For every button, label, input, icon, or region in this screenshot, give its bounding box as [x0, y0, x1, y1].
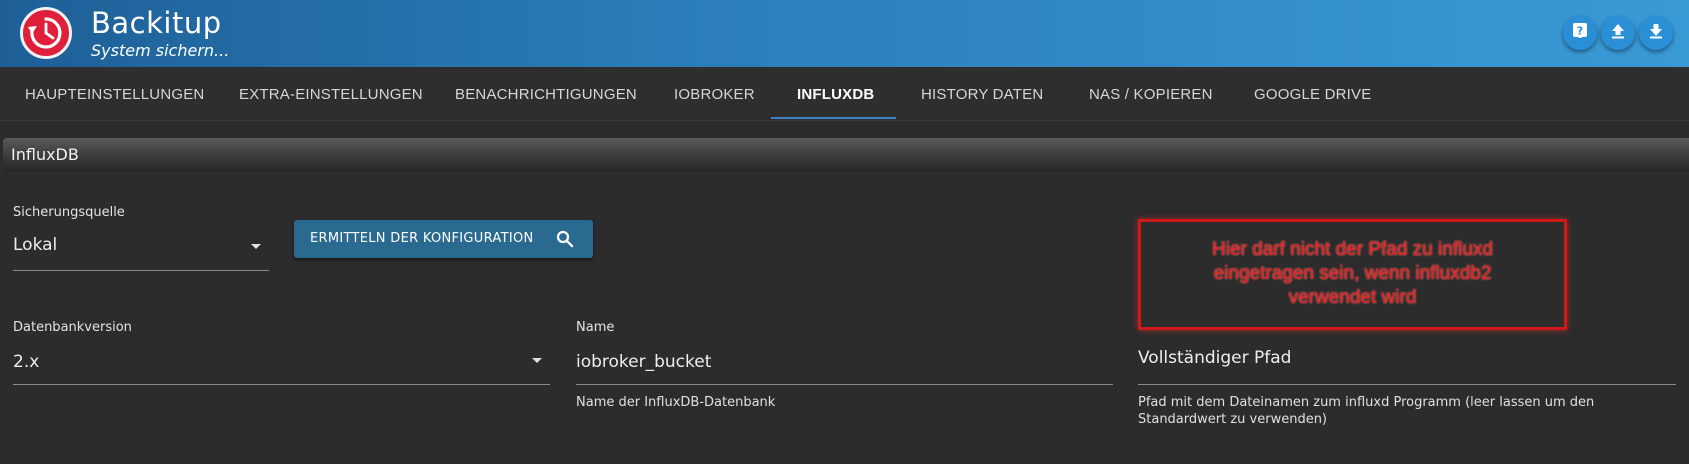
tab-extra-einstellungen[interactable]: EXTRA-EINSTELLUNGEN	[239, 67, 423, 121]
annotation-line-3: verwendet wird	[1288, 287, 1417, 308]
full-path-label: Vollständiger Pfad	[1138, 348, 1292, 368]
detect-config-button-label: ERMITTELN DER KONFIGURATION	[310, 231, 534, 246]
full-path-helper-line-2: Standardwert zu verwenden)	[1138, 412, 1328, 427]
annotation-line-2: eingetragen sein, wenn influxdb2	[1213, 263, 1492, 284]
help-icon: ?	[1571, 22, 1589, 44]
full-path-helper-line-1: Pfad mit dem Dateinamen zum influxd Prog…	[1138, 395, 1595, 410]
tab-haupteinstellungen[interactable]: HAUPTEINSTELLUNGEN	[25, 67, 204, 121]
db-version-select[interactable]: 2.x	[13, 352, 39, 372]
tab-iobroker[interactable]: IOBROKER	[674, 67, 755, 121]
upload-button[interactable]	[1601, 16, 1635, 50]
svg-text:?: ?	[1577, 25, 1583, 38]
detect-config-button[interactable]: ERMITTELN DER KONFIGURATION	[294, 220, 593, 258]
app-title: Backitup	[91, 6, 222, 40]
active-tab-indicator	[771, 117, 896, 119]
db-version-underline	[13, 384, 550, 385]
name-field-underline	[576, 384, 1113, 385]
download-button[interactable]	[1639, 16, 1673, 50]
chevron-down-icon	[532, 358, 542, 363]
tab-bar: HAUPTEINSTELLUNGEN EXTRA-EINSTELLUNGEN B…	[0, 67, 1689, 121]
source-select-label: Sicherungsquelle	[13, 205, 125, 220]
source-select[interactable]: Lokal	[13, 235, 57, 255]
tab-history-daten[interactable]: HISTORY DATEN	[921, 67, 1043, 121]
search-icon	[556, 230, 574, 252]
section-header: InfluxDB	[3, 138, 1689, 172]
help-button[interactable]: ?	[1563, 16, 1597, 50]
db-version-label: Datenbankversion	[13, 320, 132, 335]
download-icon	[1647, 22, 1665, 44]
tab-google-drive[interactable]: GOOGLE DRIVE	[1254, 67, 1371, 121]
annotation-callout: Hier darf nicht der Pfad zu influxd eing…	[1138, 219, 1567, 330]
tab-benachrichtigungen[interactable]: BENACHRICHTIGUNGEN	[455, 67, 637, 121]
full-path-field[interactable]	[1138, 384, 1676, 385]
upload-icon	[1609, 22, 1627, 44]
app-header: Backitup System sichern... ?	[0, 0, 1689, 67]
backup-clock-icon	[20, 7, 72, 59]
tab-nas-kopieren[interactable]: NAS / KOPIEREN	[1089, 67, 1213, 121]
source-select-underline	[13, 270, 269, 271]
section-title: InfluxDB	[11, 145, 79, 164]
name-field-label: Name	[576, 320, 615, 335]
tab-influxdb[interactable]: INFLUXDB	[797, 67, 874, 121]
chevron-down-icon	[251, 244, 261, 249]
name-field-helper: Name der InfluxDB-Datenbank	[576, 395, 776, 410]
annotation-text: Hier darf nicht der Pfad zu influxd eing…	[1141, 238, 1564, 310]
app-subtitle: System sichern...	[91, 41, 230, 60]
name-field[interactable]: iobroker_bucket	[576, 352, 711, 372]
annotation-line-1: Hier darf nicht der Pfad zu influxd	[1212, 239, 1493, 260]
